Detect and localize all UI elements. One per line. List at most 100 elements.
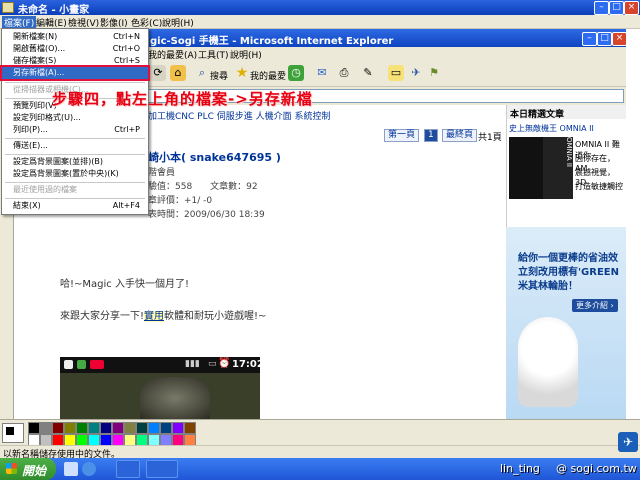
ie-menu-tools: 工具(T) xyxy=(198,51,229,61)
watermark-user: lin_ting xyxy=(500,462,540,475)
watermark-site: @ sogi.com.tw xyxy=(556,462,637,475)
taskbar-window-button[interactable] xyxy=(116,460,140,478)
taskbar: 開始 lin_ting @ sogi.com.tw xyxy=(0,458,640,480)
instruction-annotation: 步驟四，點左上角的檔案->另存新檔 xyxy=(52,90,313,108)
status-bar: 以新名稱儲存使用中的文件。 xyxy=(0,445,640,460)
pagination-current: 1 xyxy=(424,129,438,142)
color-swatch[interactable] xyxy=(28,422,40,434)
ie-close-icon: × xyxy=(612,32,626,46)
bird-logo-icon: ✈ xyxy=(618,432,638,452)
home-icon: ⌂ xyxy=(170,65,186,81)
menu-separator xyxy=(5,198,145,199)
pagination-total: 共1頁 xyxy=(478,133,502,143)
menu-item-open[interactable]: 開啟舊檔(O)... Ctrl+O xyxy=(2,43,148,55)
ad-line-1: 給你一個更棒的省油效 xyxy=(518,253,618,264)
menu-item-print[interactable]: 列印(P)... Ctrl+P xyxy=(2,124,148,136)
post-body-text-end: 軟體和耐玩小遊戲喔!~ xyxy=(164,311,267,322)
sidebar-featured-link: 史上無敵機王 OMNIA II xyxy=(509,124,594,133)
menu-item-new[interactable]: 開新檔案(N) Ctrl+N xyxy=(2,31,148,43)
maximize-button[interactable]: □ xyxy=(609,1,624,15)
color-swatch[interactable] xyxy=(88,422,100,434)
start-button[interactable]: 開始 xyxy=(0,458,56,480)
paint-window-title: 未命名 - 小畫家 xyxy=(18,5,90,16)
michelin-man-image xyxy=(518,317,578,407)
paint-title-bar[interactable]: 未命名 - 小畫家 – □ × xyxy=(0,0,640,16)
article-rating: 章評價：+1/ -0 xyxy=(148,196,213,206)
toolbar-favorites-label: 我的最愛 xyxy=(250,72,287,82)
menu-item-exit[interactable]: 結束(X) Alt+F4 xyxy=(2,200,148,212)
sidebar-line-4: 打造敏捷觸控 xyxy=(575,182,623,191)
alarm-icon: ⏰ xyxy=(218,358,231,369)
research-icon: ⚑ xyxy=(429,66,439,79)
menu-item-save[interactable]: 儲存檔案(S) Ctrl+S xyxy=(2,55,148,67)
current-colors-indicator[interactable] xyxy=(2,423,24,443)
android-icon xyxy=(77,360,86,369)
menu-help[interactable]: 說明(H) xyxy=(160,16,196,29)
menu-item-page-setup[interactable]: 設定列印格式(U)... xyxy=(2,112,148,124)
color-swatch[interactable] xyxy=(184,422,196,434)
phone-status-bar: ▮▮▮ ▭ ⏰ 17:02 xyxy=(60,357,264,373)
windows-logo-icon xyxy=(6,463,17,474)
menu-item-set-wallpaper-centered[interactable]: 設定爲背景圖案(置於中央)(K) xyxy=(2,168,148,180)
pagination-last: 最終頁 xyxy=(442,129,478,142)
color-swatch[interactable] xyxy=(172,422,184,434)
color-swatch[interactable] xyxy=(76,422,88,434)
color-swatch[interactable] xyxy=(40,422,52,434)
color-swatch[interactable] xyxy=(64,422,76,434)
battery-icon: ▭ xyxy=(208,359,217,369)
color-swatch[interactable] xyxy=(160,422,172,434)
menu-item-recent-files: 最近使用過的檔案 xyxy=(13,185,77,194)
menu-separator xyxy=(5,154,145,155)
ie-menu-help: 說明(H) xyxy=(230,51,262,61)
menu-item-send[interactable]: 傳送(E)... xyxy=(2,140,148,152)
ad-line-3: 米其林輪胎！ xyxy=(518,281,578,292)
taskbar-window-button[interactable] xyxy=(146,460,178,478)
post-time: 表時間：2009/06/30 18:39 xyxy=(148,210,265,220)
color-swatch[interactable] xyxy=(52,422,64,434)
ie-minimize-icon: – xyxy=(582,32,597,46)
post-author: 崎小本( snake647695 ) xyxy=(148,151,281,164)
member-stats: 驗值：558 文章數：92 xyxy=(148,182,258,192)
minimize-button[interactable]: – xyxy=(594,1,609,15)
color-swatch[interactable] xyxy=(148,422,160,434)
close-button[interactable]: × xyxy=(624,1,639,15)
start-label: 開始 xyxy=(22,464,47,478)
color-swatch[interactable] xyxy=(112,422,124,434)
mail-icon: ✉ xyxy=(317,66,327,79)
usb-icon xyxy=(64,360,73,369)
search-icon: ⌕ xyxy=(198,66,206,79)
pagination-first: 第一頁 xyxy=(384,129,420,142)
notes-icon: ▭ xyxy=(388,65,404,81)
color-swatch[interactable] xyxy=(124,422,136,434)
menu-separator xyxy=(5,82,145,83)
toolbar-search-label: 搜尋 xyxy=(210,72,229,82)
quicklaunch-desktop-icon[interactable] xyxy=(64,462,78,476)
menu-separator xyxy=(5,182,145,183)
foreground-color xyxy=(5,426,15,436)
menu-item-save-as[interactable]: 另存新檔(A)... xyxy=(0,65,150,81)
ie-maximize-icon: □ xyxy=(597,32,612,46)
print-icon: ⎙ xyxy=(339,66,349,79)
ad-line-2: 立刻改用標有'GREEN xyxy=(518,267,620,278)
post-body-text: 來跟大家分享一下! xyxy=(60,311,145,322)
member-rank: 階會員 xyxy=(148,168,176,178)
phone-clock: 17:02 xyxy=(232,359,264,370)
color-swatch[interactable] xyxy=(100,422,112,434)
refresh-icon: ⟳ xyxy=(150,65,166,81)
signal-icon: ▮▮▮ xyxy=(185,359,200,369)
michelin-ad: 給你一個更棒的省油效 立刻改用標有'GREEN 米其林輪胎！ 更多介紹 › xyxy=(506,227,626,419)
file-menu-dropdown: 開新檔案(N) Ctrl+N 開啟舊檔(O)... Ctrl+O 儲存檔案(S) Ct… xyxy=(0,28,150,215)
menu-item-set-wallpaper-tiled[interactable]: 設定爲背景圖案(並排)(B) xyxy=(2,156,148,168)
quicklaunch-ie-icon[interactable] xyxy=(82,462,96,476)
sidebar-title: 本日精選文章 xyxy=(507,105,626,120)
history-icon: ◷ xyxy=(288,65,304,81)
post-body-line1: 哈!~Magic 入手快一個月了! xyxy=(60,279,189,290)
messenger-icon: ✈ xyxy=(411,66,421,79)
post-body-line2: 來跟大家分享一下!實用軟體和耐玩小遊戲喔!~ xyxy=(60,307,266,322)
edit-icon: ✎ xyxy=(363,66,373,79)
omnia-phone-image xyxy=(509,137,543,199)
ie-menu-favorites: 我的最愛(A) xyxy=(148,51,198,61)
breadcrumb: 加工機CNC PLC 伺服步進 人機介面 系統控制 xyxy=(148,112,331,122)
notification-badge xyxy=(90,360,104,369)
color-swatch[interactable] xyxy=(136,422,148,434)
